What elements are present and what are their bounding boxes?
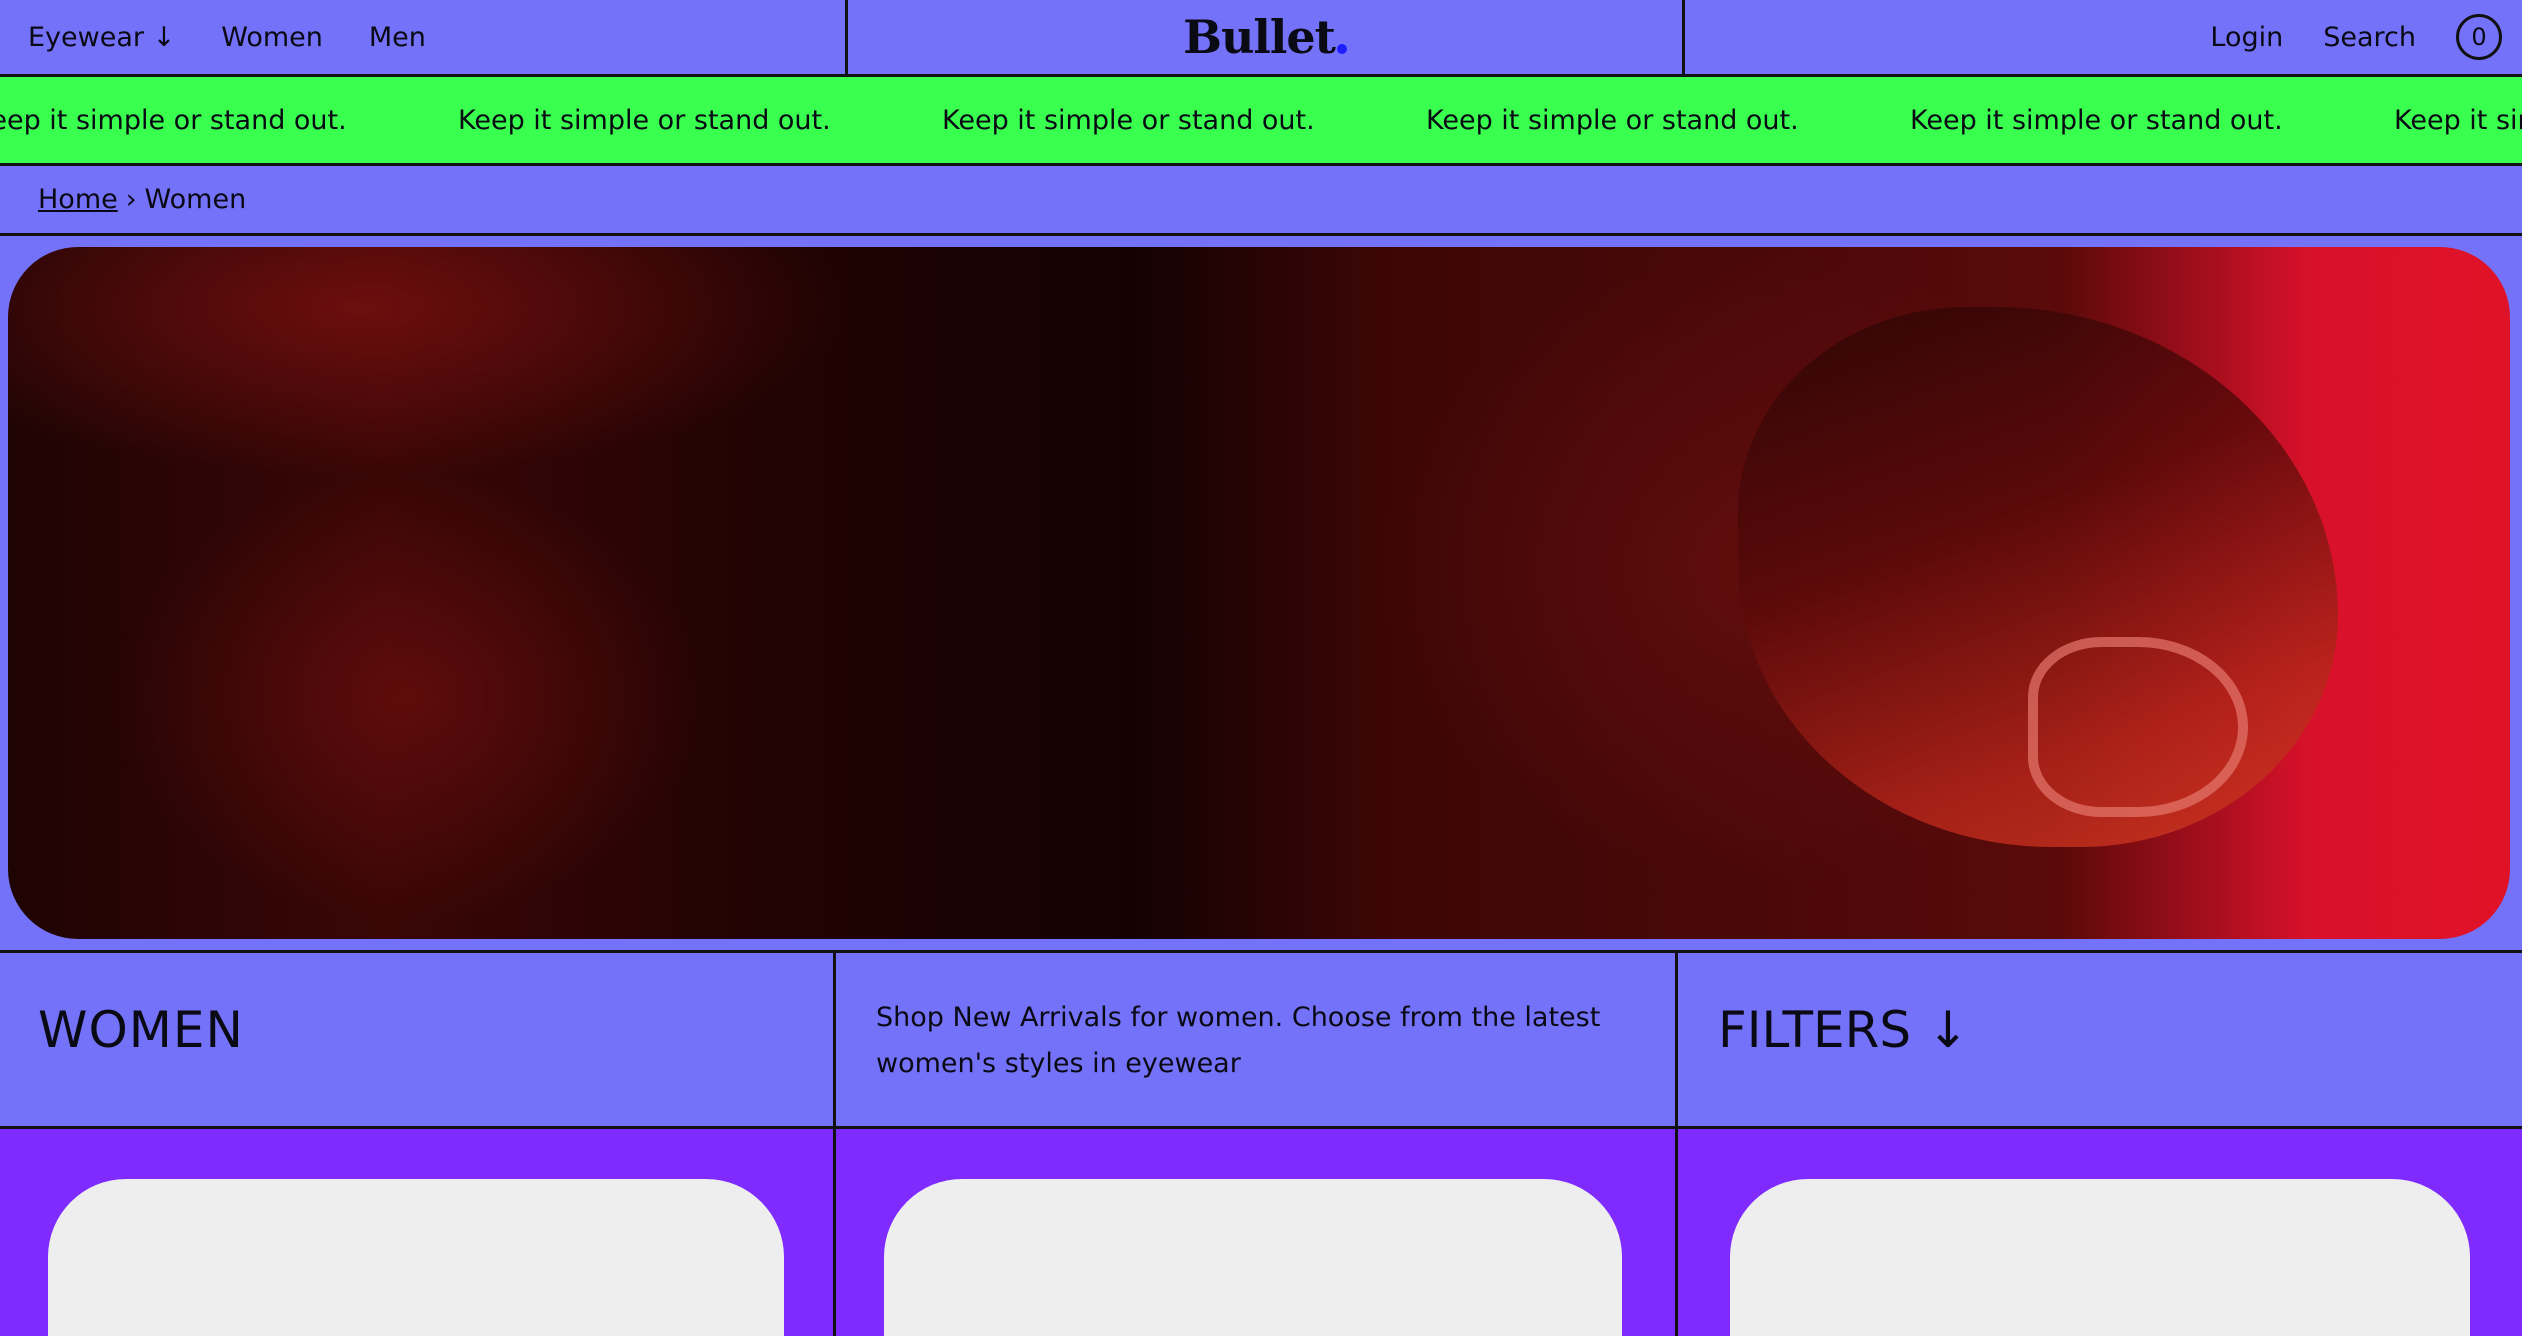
brand-logo[interactable]: Bullet: [1183, 10, 1347, 64]
logo-dot-icon: [1336, 44, 1347, 54]
breadcrumb: Home › Women: [0, 166, 2522, 236]
hero-image-woman-red-sunglasses: [8, 247, 2510, 939]
marquee-text: Keep it simple or stand out.: [1426, 104, 1799, 136]
cart-count-button[interactable]: 0: [2456, 14, 2502, 60]
hero-lens-highlight: [2028, 637, 2248, 817]
search-link[interactable]: Search: [2323, 22, 2416, 53]
breadcrumb-separator: ›: [125, 184, 137, 215]
collection-info-bar: WOMEN Shop New Arrivals for women. Choos…: [0, 950, 2522, 1129]
product-grid-column: [0, 1129, 836, 1336]
marquee-text: Keep it simple or stand out.: [942, 104, 1315, 136]
marquee-text: Keep it simple or stand out.: [458, 104, 831, 136]
product-grid-column: [1678, 1129, 2522, 1336]
marquee-text: Keep it simple or stand out.: [2394, 104, 2522, 136]
marquee-text: Keep it simple or stand out.: [0, 104, 347, 136]
nav-eyewear-dropdown[interactable]: Eyewear ↓: [28, 22, 175, 53]
product-card[interactable]: [1730, 1179, 2470, 1336]
breadcrumb-current: Women: [144, 184, 247, 215]
product-grid: [0, 1129, 2522, 1336]
collection-title-cell: WOMEN: [0, 953, 836, 1126]
breadcrumb-home-link[interactable]: Home: [38, 184, 118, 215]
hero-shoulder-highlight: [108, 397, 1008, 939]
brand-logo-text: Bullet: [1183, 10, 1336, 64]
product-card[interactable]: [884, 1179, 1622, 1336]
nav-right-group: Login Search 0: [1685, 0, 2522, 74]
nav-left-group: Eyewear ↓ Women Men: [0, 0, 848, 74]
collection-description-cell: Shop New Arrivals for women. Choose from…: [836, 953, 1678, 1126]
product-grid-column: [836, 1129, 1678, 1336]
filters-cell: FILTERS ↓: [1678, 953, 2522, 1126]
announcement-marquee: Keep it simple or stand out. Keep it simp…: [0, 77, 2522, 166]
nav-women-link[interactable]: Women: [221, 22, 323, 53]
product-card[interactable]: [48, 1179, 784, 1336]
nav-men-link[interactable]: Men: [369, 22, 426, 53]
login-link[interactable]: Login: [2210, 22, 2283, 53]
logo-container: Bullet: [848, 0, 1685, 74]
filters-toggle-button[interactable]: FILTERS ↓: [1718, 1001, 1969, 1059]
collection-description: Shop New Arrivals for women. Choose from…: [876, 1002, 1601, 1079]
top-navigation: Eyewear ↓ Women Men Bullet Login Search …: [0, 0, 2522, 77]
marquee-text: Keep it simple or stand out.: [1910, 104, 2283, 136]
marquee-track: Keep it simple or stand out. Keep it simp…: [0, 77, 2522, 163]
page-title: WOMEN: [38, 1001, 244, 1059]
